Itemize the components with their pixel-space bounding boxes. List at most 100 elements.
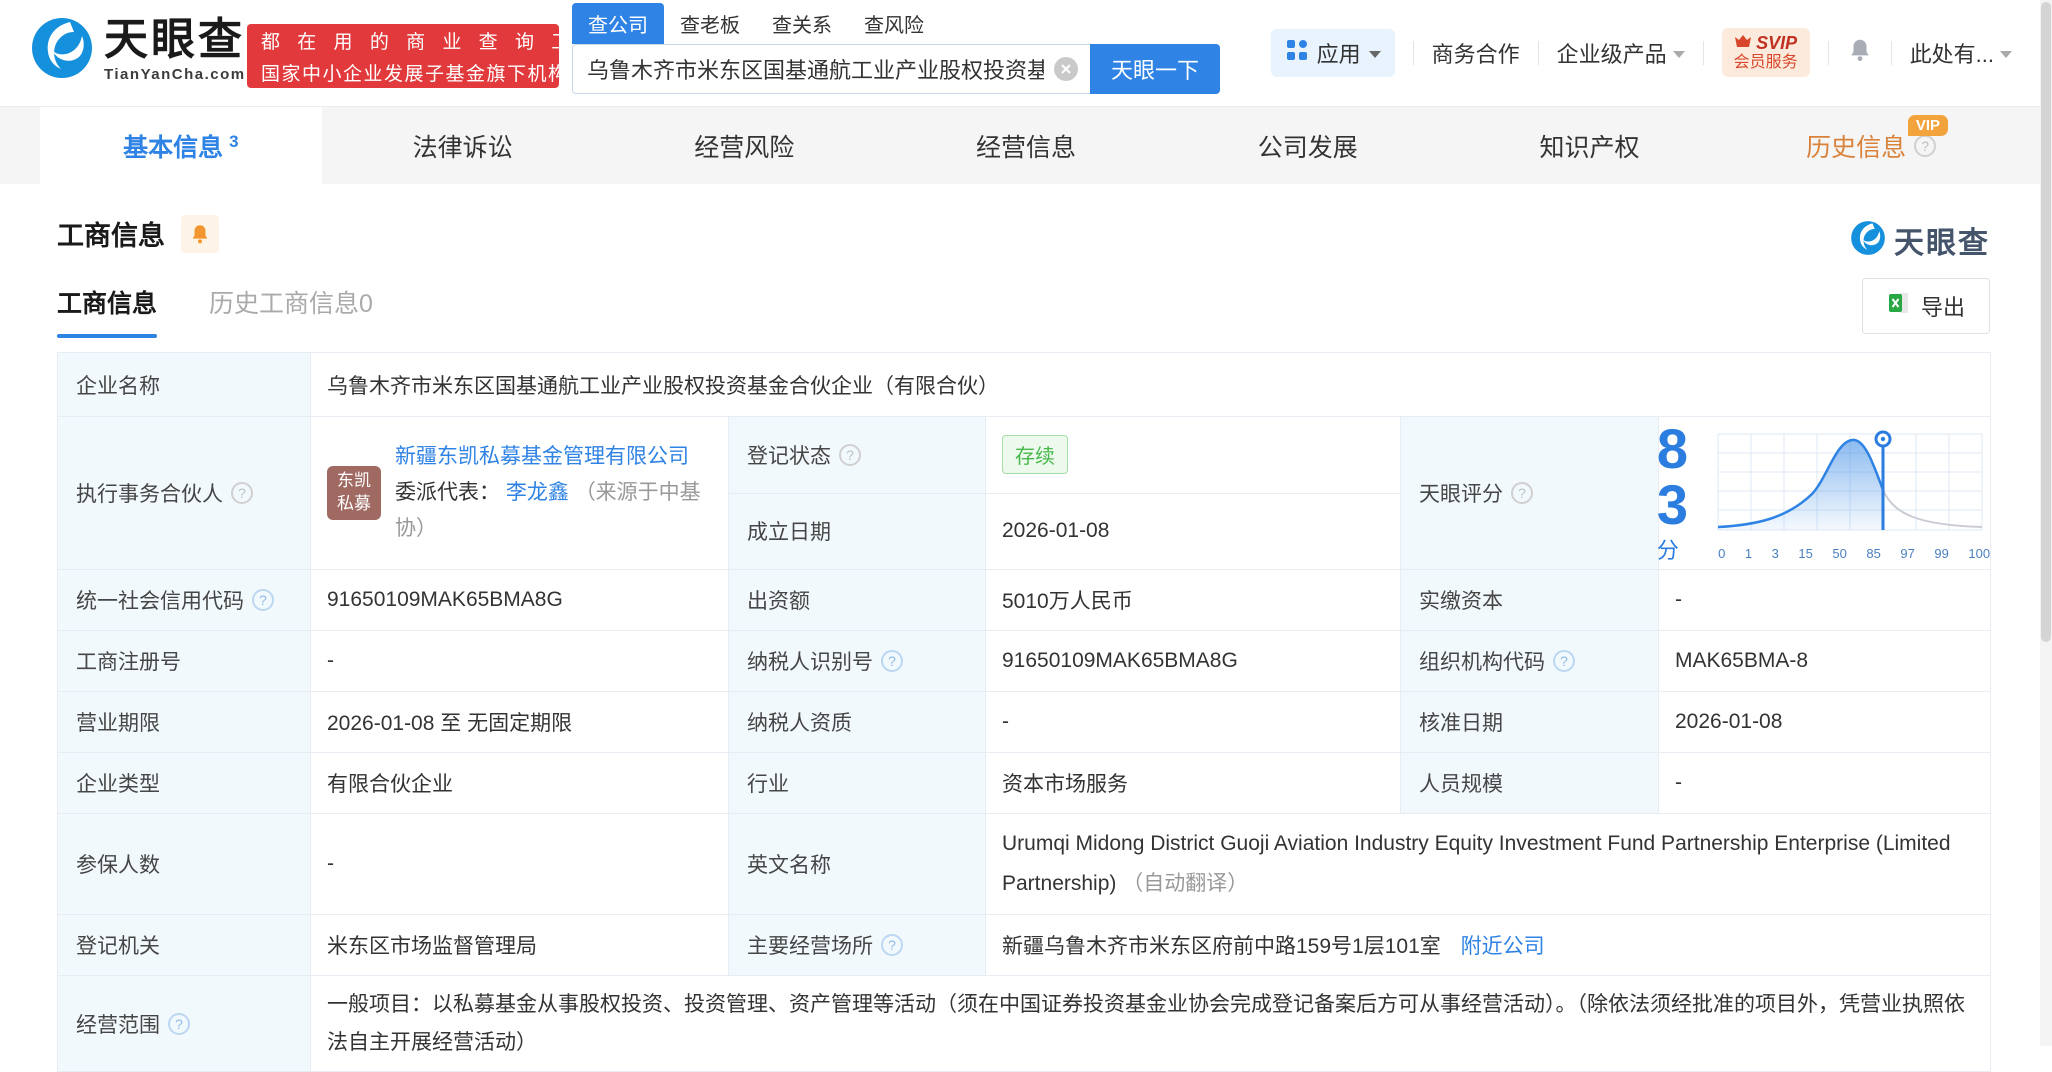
help-icon[interactable]: [1511, 482, 1533, 504]
tab-operating-info[interactable]: 经营信息: [885, 107, 1167, 184]
partner-avatar[interactable]: 东凯 私募: [327, 466, 381, 520]
subtab-business-info[interactable]: 工商信息: [57, 284, 157, 338]
establish-date-value: 2026-01-08: [986, 493, 1401, 570]
monitor-bell-icon[interactable]: [181, 215, 219, 253]
field-label: 天眼评分: [1401, 417, 1659, 570]
field-label: 登记状态: [729, 417, 986, 494]
field-label: 参保人数: [58, 814, 311, 915]
divider: [1703, 41, 1704, 65]
help-icon[interactable]: [1914, 135, 1936, 157]
watermark-logo: 天眼查: [1850, 218, 1990, 262]
reg-authority-label: 登记机关: [76, 930, 160, 960]
watermark-text: 天眼查: [1894, 218, 1990, 262]
crown-icon: [1734, 34, 1752, 53]
notification-bell-icon[interactable]: [1847, 37, 1873, 68]
divider: [1891, 41, 1892, 65]
nav-enterprise[interactable]: 企业级产品: [1557, 37, 1685, 69]
logo-domain: TianYanCha.com: [104, 66, 246, 83]
insured-count-label: 参保人数: [76, 849, 160, 879]
tab-company-development[interactable]: 公司发展: [1167, 107, 1449, 184]
search-tab-boss[interactable]: 查老板: [664, 3, 756, 44]
search-tab-company[interactable]: 查公司: [572, 3, 664, 44]
industry-label: 行业: [747, 768, 789, 798]
apps-menu[interactable]: 应用: [1271, 29, 1395, 77]
help-icon[interactable]: [839, 444, 861, 466]
section-title: 工商信息: [57, 214, 165, 253]
score-distribution-chart: 01 315 5085 9799 100: [1712, 426, 1992, 561]
field-label: 实缴资本: [1401, 570, 1659, 631]
business-term-value: 2026-01-08 至 无固定期限: [311, 692, 729, 753]
score-cell[interactable]: 83 分: [1659, 417, 1991, 570]
search-tab-relation[interactable]: 查关系: [756, 3, 848, 44]
tab-intellectual-property[interactable]: 知识产权: [1449, 107, 1731, 184]
divider: [1413, 41, 1414, 65]
svip-label: SVIP: [1756, 33, 1797, 54]
help-icon[interactable]: [881, 650, 903, 672]
business-scope-value: 一般项目：以私募基金从事股权投资、投资管理、资产管理等活动（须在中国证券投资基金…: [311, 975, 1991, 1072]
approval-date-value: 2026-01-08: [1659, 692, 1991, 753]
svip-membership-button[interactable]: SVIP 会员服务: [1722, 28, 1810, 77]
help-icon[interactable]: [168, 1013, 190, 1035]
paid-capital-label: 实缴资本: [1419, 585, 1503, 615]
nav-enterprise-label: 企业级产品: [1557, 37, 1667, 69]
reg-number-value: -: [311, 631, 729, 692]
avatar-line2: 私募: [337, 493, 371, 516]
field-label: 营业期限: [58, 692, 311, 753]
export-button[interactable]: 导出: [1862, 278, 1990, 334]
tab-operating-risk[interactable]: 经营风险: [603, 107, 885, 184]
field-label: 登记机关: [58, 914, 311, 975]
exec-partner-cell: 东凯 私募 新疆东凯私募基金管理有限公司 委派代表： 李龙鑫 （来源于中基协）: [311, 417, 729, 570]
table-row: 工商注册号 - 纳税人识别号 91650109MAK65BMA8G 组织机构代码…: [58, 631, 1991, 692]
partner-company-link[interactable]: 新疆东凯私募基金管理有限公司: [395, 445, 689, 468]
tab-legal[interactable]: 法律诉讼: [322, 107, 604, 184]
divider: [1828, 41, 1829, 65]
header: 天眼查 TianYanCha.com 都 在 用 的 商 业 查 询 工 具 国…: [0, 0, 2052, 106]
search-input[interactable]: [572, 44, 1090, 94]
help-icon[interactable]: [881, 934, 903, 956]
clear-search-icon[interactable]: [1054, 57, 1078, 81]
page-tab-bar: 基本信息 3 法律诉讼 经营风险 经营信息 公司发展 知识产权 VIP 历史信息: [0, 106, 2052, 184]
banner-line1: 都 在 用 的 商 业 查 询 工 具: [261, 27, 545, 54]
score-axis-labels: 01 315 5085 9799 100: [1718, 546, 1990, 561]
credit-code-value: 91650109MAK65BMA8G: [311, 570, 729, 631]
rep-name-link[interactable]: 李龙鑫: [506, 481, 569, 504]
company-name-label: 企业名称: [76, 370, 160, 400]
tab-history-info[interactable]: VIP 历史信息: [1730, 107, 2012, 184]
reg-number-label: 工商注册号: [76, 646, 181, 676]
tab-company-development-label: 公司发展: [1258, 128, 1358, 164]
tianyancha-logo[interactable]: 天眼查 TianYanCha.com: [30, 16, 246, 85]
nearby-companies-link[interactable]: 附近公司: [1461, 935, 1545, 958]
business-address-cell: 新疆乌鲁木齐市米东区府前中路159号1层101室 附近公司: [986, 914, 1991, 975]
help-icon[interactable]: [231, 482, 253, 504]
reg-authority-value: 米东区市场监督管理局: [311, 914, 729, 975]
field-label: 人员规模: [1401, 753, 1659, 814]
score-unit: 分: [1657, 538, 1679, 563]
tab-operating-risk-label: 经营风险: [694, 128, 794, 164]
vip-badge: VIP: [1908, 115, 1948, 136]
page-scrollbar[interactable]: [2040, 0, 2052, 1046]
user-menu[interactable]: 此处有...: [1910, 37, 2012, 69]
business-info-table: 企业名称 乌鲁木齐市米东区国基通航工业产业股权投资基金合伙企业（有限合伙） 执行…: [57, 352, 1991, 1072]
nav-biz-coop[interactable]: 商务合作: [1432, 37, 1520, 69]
chevron-down-icon: [1369, 51, 1381, 58]
help-icon[interactable]: [252, 589, 274, 611]
insured-count-value: -: [311, 814, 729, 915]
rep-label: 委派代表：: [395, 481, 500, 504]
table-row: 执行事务合伙人 东凯 私募 新疆东凯私募基金管理有限公司 委派代表： 李龙鑫 （…: [58, 417, 1991, 494]
search-tab-risk[interactable]: 查风险: [848, 3, 940, 44]
help-icon[interactable]: [1553, 650, 1575, 672]
scrollbar-thumb[interactable]: [2041, 2, 2051, 642]
avatar-line1: 东凯: [337, 470, 371, 493]
taxpayer-id-value: 91650109MAK65BMA8G: [986, 631, 1401, 692]
field-label: 成立日期: [729, 493, 986, 570]
search-button[interactable]: 天眼一下: [1090, 44, 1220, 94]
field-label: 纳税人资质: [729, 692, 986, 753]
business-scope-label: 经营范围: [76, 1009, 160, 1039]
field-label: 企业名称: [58, 353, 311, 417]
table-row: 企业类型 有限合伙企业 行业 资本市场服务 人员规模 -: [58, 753, 1991, 814]
export-label: 导出: [1921, 290, 1965, 322]
tab-basic-info[interactable]: 基本信息 3: [40, 107, 322, 184]
subtab-history-business-info[interactable]: 历史工商信息0: [209, 284, 373, 338]
field-label: 执行事务合伙人: [58, 417, 311, 570]
field-label: 经营范围: [58, 975, 311, 1072]
